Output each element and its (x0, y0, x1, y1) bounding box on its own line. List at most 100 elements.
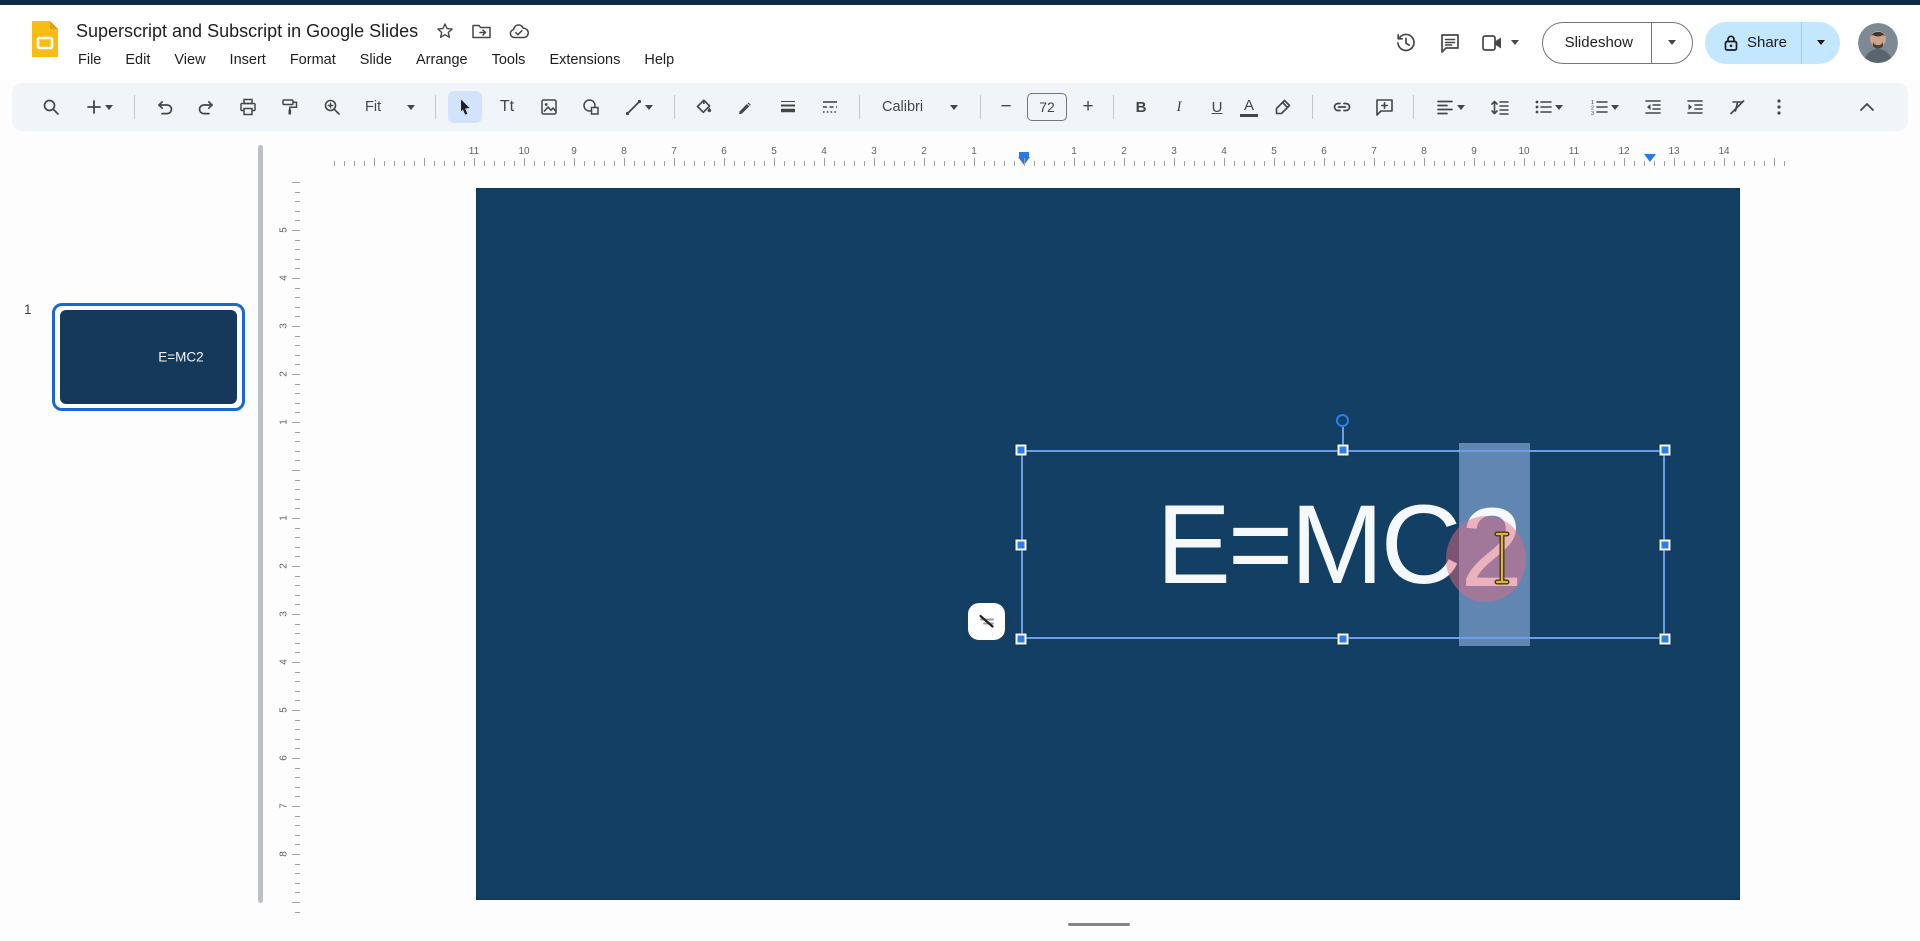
ruler-tick (1204, 161, 1205, 166)
version-history-icon[interactable] (1384, 21, 1428, 65)
ruler-tick (295, 393, 300, 394)
search-menus-icon[interactable] (34, 91, 68, 123)
resize-handle[interactable] (1660, 445, 1671, 456)
ruler-tick (295, 576, 300, 577)
move-to-folder-icon[interactable] (472, 23, 491, 39)
text-box-selection-border[interactable] (1021, 450, 1665, 639)
bulleted-list-caret-icon[interactable] (1555, 105, 1563, 110)
menu-format[interactable]: Format (278, 47, 348, 73)
print-button[interactable] (231, 91, 265, 123)
ruler-tick (1434, 161, 1435, 166)
font-size-input[interactable]: 72 (1027, 93, 1067, 121)
join-call-icon[interactable] (1472, 21, 1528, 65)
ruler-label: 2 (1121, 146, 1127, 157)
border-weight-button[interactable] (771, 91, 805, 123)
border-color-button[interactable] (729, 91, 763, 123)
clear-formatting-button[interactable] (1720, 91, 1754, 123)
ruler-label: 8 (621, 146, 627, 157)
speaker-notes-resize-handle[interactable] (1068, 923, 1130, 926)
ruler-tick (1544, 161, 1545, 166)
comment-history-icon[interactable] (1428, 21, 1472, 65)
resize-handle[interactable] (1338, 634, 1349, 645)
bulleted-list-button[interactable] (1524, 91, 1572, 123)
italic-button[interactable]: I (1164, 99, 1194, 116)
ruler-tick (295, 432, 300, 433)
slideshow-button[interactable]: Slideshow (1542, 22, 1693, 64)
text-box-tool-button[interactable]: Tt (490, 91, 524, 123)
document-title[interactable]: Superscript and Subscript in Google Slid… (76, 21, 418, 42)
new-slide-caret-icon[interactable] (105, 105, 113, 110)
insert-link-button[interactable] (1325, 91, 1359, 123)
menu-tools[interactable]: Tools (480, 47, 538, 73)
insert-line-button[interactable] (616, 91, 662, 123)
fill-color-button[interactable] (687, 91, 721, 123)
decrease-font-size-button[interactable]: − (993, 96, 1019, 118)
ruler-tick (295, 508, 300, 509)
resize-handle[interactable] (1660, 634, 1671, 645)
paint-format-button[interactable] (273, 91, 307, 123)
resize-handle[interactable] (1338, 445, 1349, 456)
ruler-tick (295, 528, 300, 529)
share-label: Share (1747, 34, 1801, 51)
rotation-handle[interactable] (1336, 414, 1349, 427)
align-button[interactable] (1426, 91, 1474, 123)
border-dash-button[interactable] (813, 91, 847, 123)
insert-image-button[interactable] (532, 91, 566, 123)
new-slide-button[interactable] (76, 91, 122, 123)
ruler-tick (1464, 161, 1465, 166)
document-saved-cloud-icon[interactable] (509, 24, 529, 39)
redo-button[interactable] (189, 91, 223, 123)
ruler-tick (1314, 161, 1315, 166)
resize-handle[interactable] (1016, 634, 1027, 645)
bold-button[interactable]: B (1126, 99, 1156, 116)
ruler-tick (1264, 161, 1265, 166)
resize-handle[interactable] (1016, 539, 1027, 550)
menu-view[interactable]: View (162, 47, 217, 73)
line-spacing-button[interactable] (1482, 91, 1516, 123)
slide-thumbnail[interactable]: E=MC2 (52, 303, 245, 411)
highlight-color-button[interactable] (1266, 91, 1300, 123)
menu-help[interactable]: Help (632, 47, 686, 73)
menu-slide[interactable]: Slide (348, 47, 404, 73)
join-call-caret-icon[interactable] (1511, 40, 1519, 45)
numbered-list-caret-icon[interactable] (1611, 105, 1619, 110)
zoom-select[interactable]: Fit (357, 91, 423, 123)
filmstrip-scrollbar[interactable] (258, 145, 263, 903)
numbered-list-button[interactable]: 123 (1580, 91, 1628, 123)
autofit-indicator-button[interactable] (968, 603, 1005, 640)
select-tool-button[interactable] (448, 91, 482, 123)
account-avatar[interactable] (1858, 23, 1898, 63)
share-options-caret[interactable] (1802, 40, 1840, 45)
increase-indent-button[interactable] (1678, 91, 1712, 123)
decrease-indent-button[interactable] (1636, 91, 1670, 123)
share-button[interactable]: Share (1705, 22, 1840, 64)
insert-shape-button[interactable] (574, 91, 608, 123)
zoom-in-button[interactable] (315, 91, 349, 123)
underline-button[interactable]: U (1202, 99, 1232, 116)
ruler-tick (1074, 158, 1075, 166)
menu-file[interactable]: File (66, 47, 113, 73)
ruler-tick (384, 161, 385, 166)
star-icon[interactable] (436, 22, 454, 40)
menu-edit[interactable]: Edit (113, 47, 162, 73)
hide-menus-chevron-icon[interactable] (1850, 91, 1884, 123)
ruler-tick (684, 161, 685, 166)
google-slides-logo[interactable] (30, 19, 60, 59)
font-family-select[interactable]: Calibri (872, 91, 968, 123)
resize-handle[interactable] (1016, 445, 1027, 456)
menu-extensions[interactable]: Extensions (537, 47, 632, 73)
align-caret-icon[interactable] (1457, 105, 1465, 110)
menu-arrange[interactable]: Arrange (404, 47, 480, 73)
increase-font-size-button[interactable]: + (1075, 96, 1101, 118)
line-caret-icon[interactable] (645, 105, 653, 110)
ruler-label: 4 (1221, 146, 1227, 157)
resize-handle[interactable] (1660, 539, 1671, 550)
slide-thumbnail-canvas[interactable]: E=MC2 (60, 310, 237, 404)
undo-button[interactable] (147, 91, 181, 123)
add-comment-button[interactable] (1367, 91, 1401, 123)
menu-insert[interactable]: Insert (218, 47, 278, 73)
ruler-tick (295, 499, 300, 500)
more-options-icon[interactable] (1762, 91, 1796, 123)
slideshow-options-caret[interactable] (1652, 40, 1692, 45)
text-color-button[interactable]: A (1240, 98, 1258, 117)
